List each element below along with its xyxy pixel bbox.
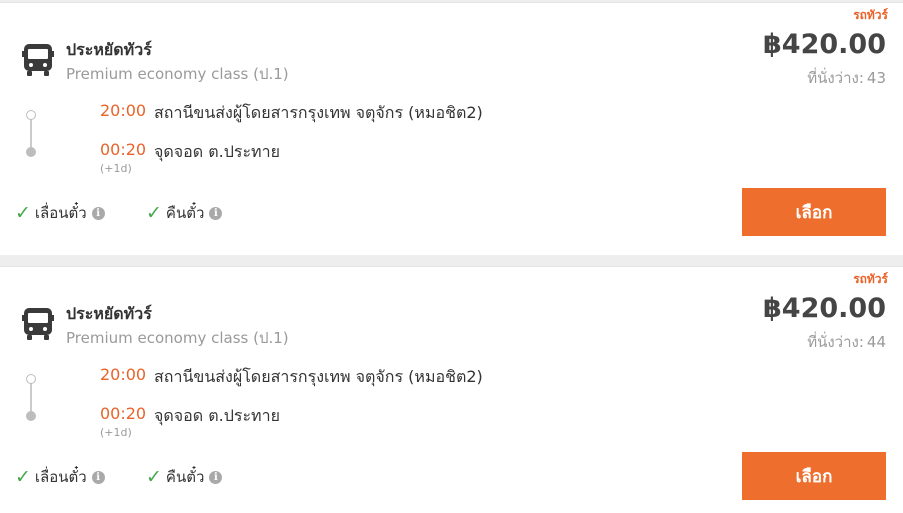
seats-count: 43: [866, 69, 886, 87]
price: ฿420.00: [763, 29, 886, 60]
feature-label: คืนตั๋ว: [165, 468, 205, 486]
timeline-start-dot: [26, 374, 36, 384]
info-icon[interactable]: i: [209, 206, 223, 220]
seats-label: ที่นั่งว่าง:: [807, 69, 864, 87]
departure-station: สถานีขนส่งผู้โดยสารกรุงเทพ จตุจักร (หมอช…: [154, 367, 483, 386]
bus-class: Premium economy class (ป.1): [66, 65, 289, 83]
info-icon[interactable]: i: [91, 206, 105, 220]
bus-class: Premium economy class (ป.1): [66, 329, 289, 347]
seats-label: ที่นั่งว่าง:: [807, 333, 864, 351]
feature-label: เลื่อนตั๋ว: [34, 468, 87, 486]
next-day-indicator: (+1d): [100, 162, 132, 175]
arrival-time: 00:20: [100, 404, 147, 423]
arrival-station: จุดจอด ต.ประทาย: [154, 406, 280, 425]
vehicle-type-tag: รถทัวร์: [853, 8, 888, 22]
feature-label: คืนตั๋ว: [165, 204, 205, 222]
check-icon: ✓: [15, 201, 31, 224]
departure-time: 20:00: [100, 365, 147, 384]
feature-refund: ✓ คืนตั๋ว i: [146, 201, 223, 225]
seats-available: ที่นั่งว่าง: 44: [804, 330, 886, 354]
timeline-start-dot: [26, 110, 36, 120]
seats-available: ที่นั่งว่าง: 43: [804, 66, 886, 90]
check-icon: ✓: [15, 465, 31, 488]
trip-card: รถทัวร์ ประหยัดทัวร์ Premium economy cla…: [0, 2, 903, 255]
feature-refund: ✓ คืนตั๋ว i: [146, 465, 223, 489]
departure-time: 20:00: [100, 101, 147, 120]
price: ฿420.00: [763, 293, 886, 324]
select-button[interactable]: เลือก: [742, 452, 886, 500]
bus-icon: [22, 44, 54, 76]
vehicle-type-tag: รถทัวร์: [853, 272, 888, 286]
info-icon[interactable]: i: [209, 470, 223, 484]
info-icon[interactable]: i: [91, 470, 105, 484]
bus-icon: [22, 308, 54, 340]
check-icon: ✓: [146, 465, 162, 488]
operator-name: ประหยัดทัวร์: [66, 40, 152, 59]
check-icon: ✓: [146, 201, 162, 224]
departure-station: สถานีขนส่งผู้โดยสารกรุงเทพ จตุจักร (หมอช…: [154, 103, 483, 122]
seats-count: 44: [866, 333, 886, 351]
feature-label: เลื่อนตั๋ว: [34, 204, 87, 222]
operator-name: ประหยัดทัวร์: [66, 304, 152, 323]
arrival-station: จุดจอด ต.ประทาย: [154, 142, 280, 161]
trip-card: รถทัวร์ ประหยัดทัวร์ Premium economy cla…: [0, 266, 903, 513]
next-day-indicator: (+1d): [100, 426, 132, 439]
feature-reschedule: ✓ เลื่อนตั๋ว i: [15, 465, 105, 489]
feature-reschedule: ✓ เลื่อนตั๋ว i: [15, 201, 105, 225]
timeline-end-dot: [26, 411, 36, 421]
arrival-time: 00:20: [100, 140, 147, 159]
select-button[interactable]: เลือก: [742, 188, 886, 236]
timeline-end-dot: [26, 147, 36, 157]
